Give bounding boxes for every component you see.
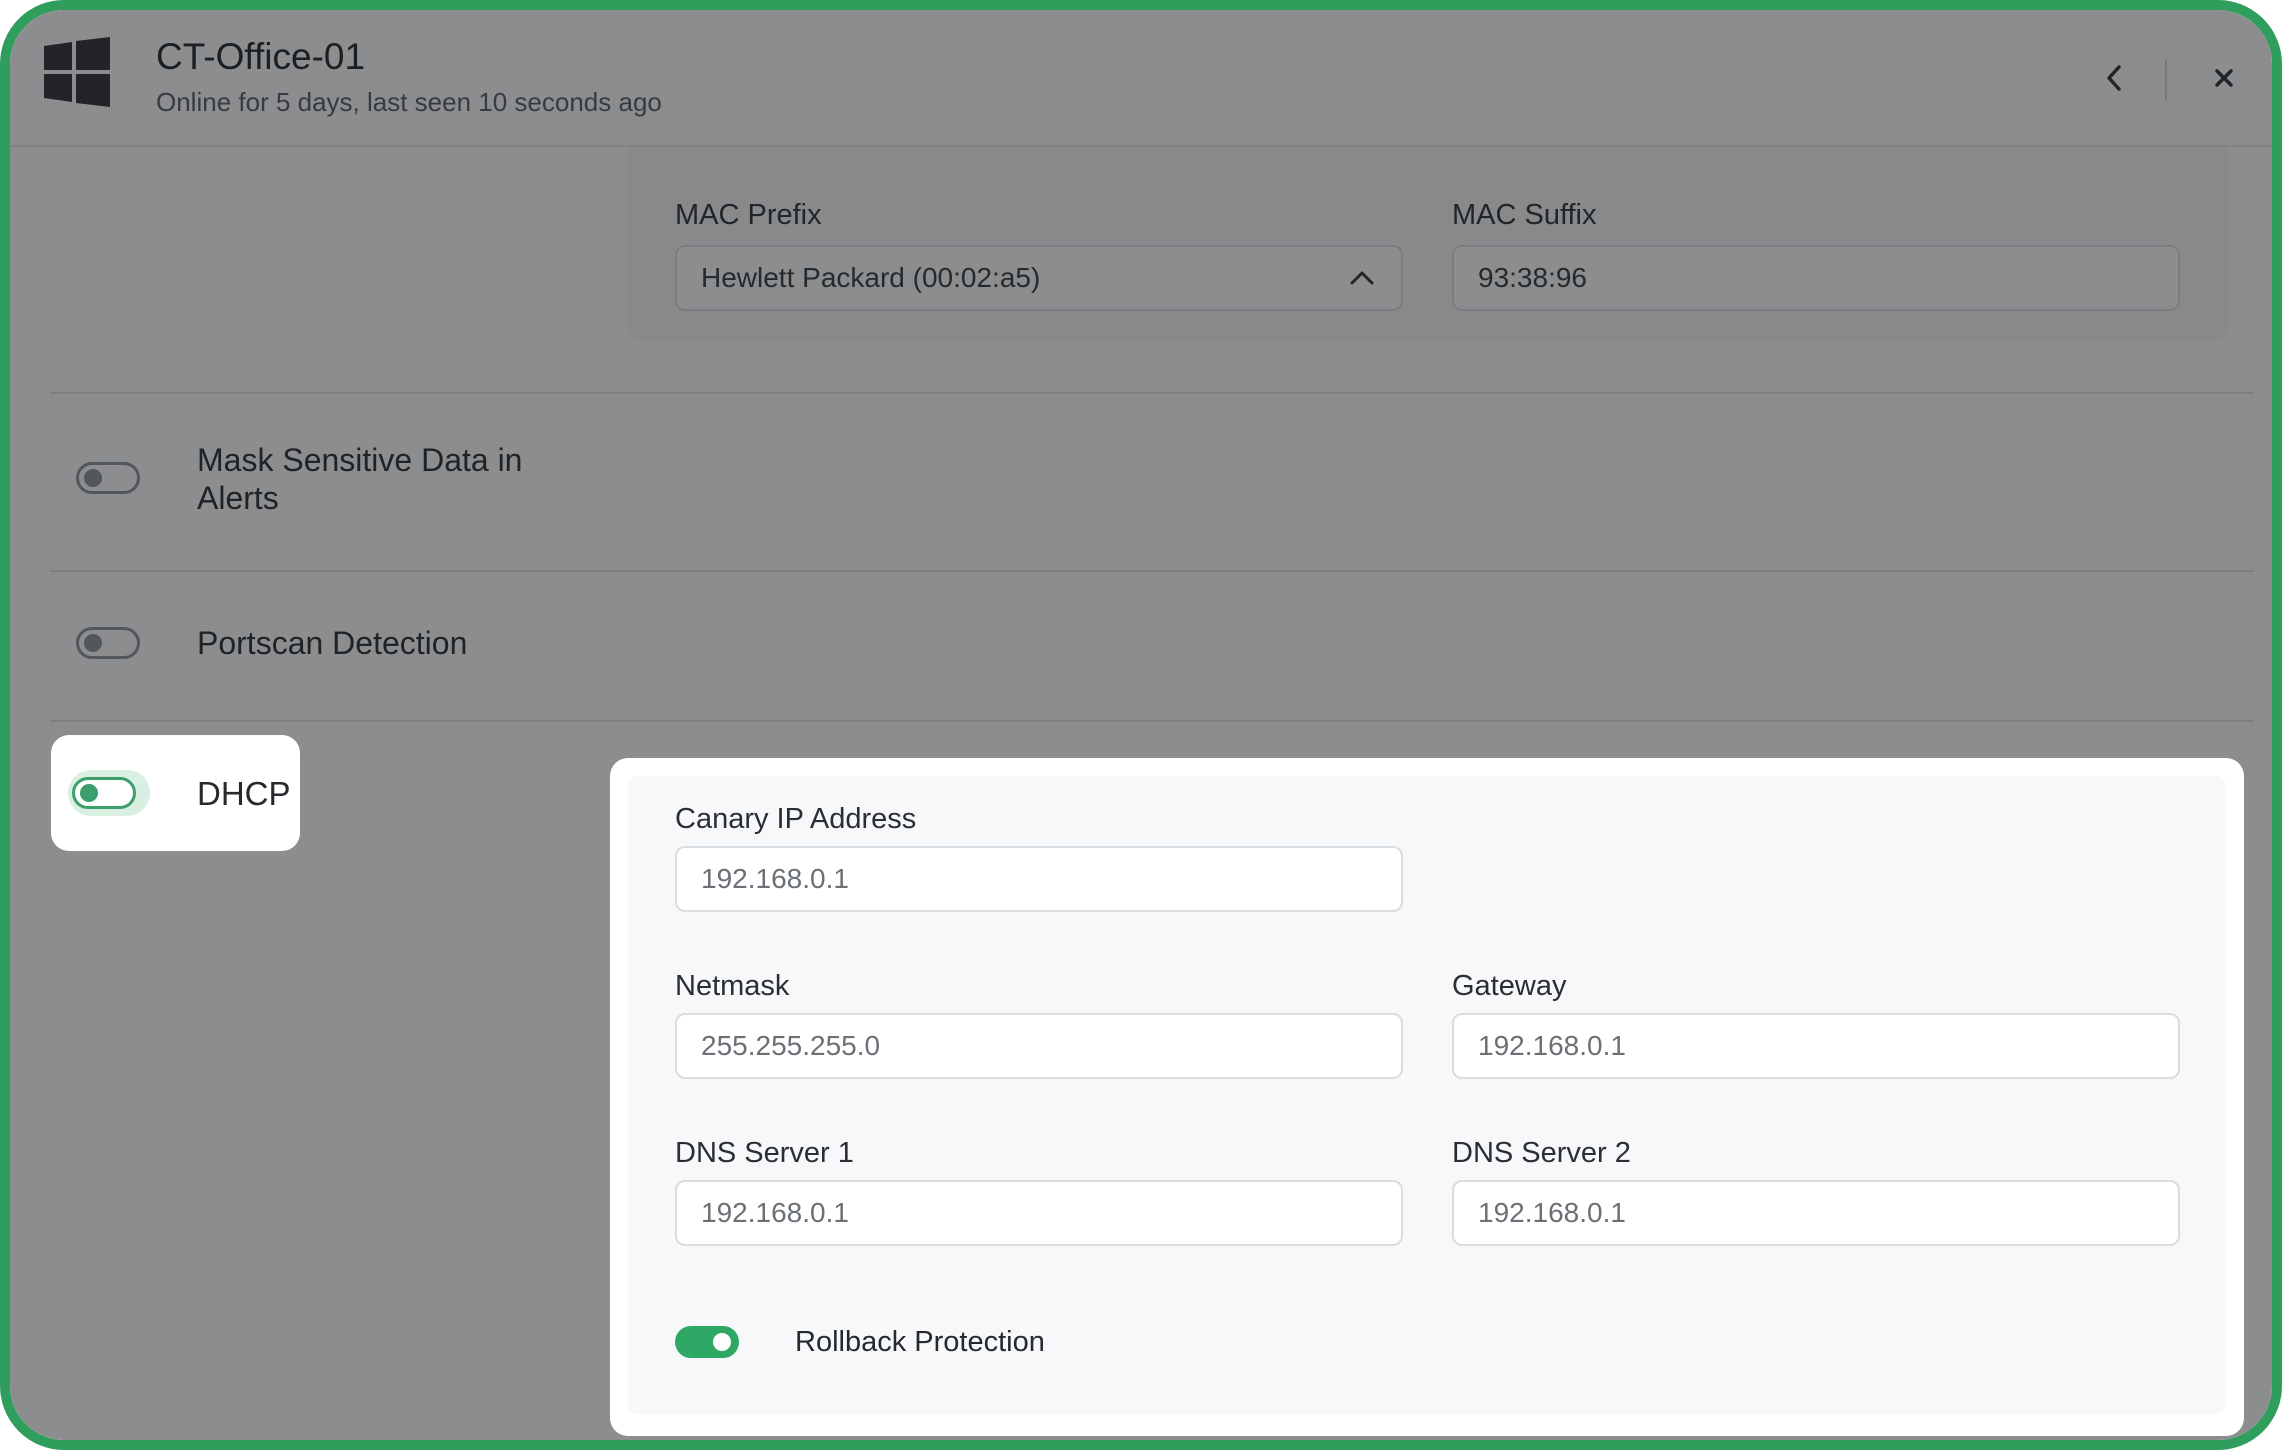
canary-ip-placeholder: 192.168.0.1 (701, 863, 849, 894)
dns-server-2-placeholder: 192.168.0.1 (1478, 1197, 1626, 1228)
close-icon (2215, 69, 2233, 87)
canary-ip-input[interactable]: 192.168.0.1 (675, 846, 1403, 912)
chevron-left-icon (2107, 65, 2121, 91)
gateway-input[interactable]: 192.168.0.1 (1452, 1013, 2180, 1079)
toggle-knob (84, 469, 102, 487)
mask-sensitive-toggle[interactable] (76, 462, 140, 494)
gateway-label: Gateway (1452, 970, 1567, 1002)
dns-server-2-input[interactable]: 192.168.0.1 (1452, 1180, 2180, 1246)
back-button[interactable] (2096, 58, 2132, 98)
portscan-toggle[interactable] (76, 627, 140, 659)
mac-suffix-input[interactable]: 93:38:96 (1452, 245, 2180, 311)
netmask-placeholder: 255.255.255.0 (701, 1030, 881, 1061)
toggle-knob (713, 1333, 731, 1351)
toggle-knob (80, 784, 98, 802)
dhcp-toggle[interactable] (72, 777, 136, 809)
dns-server-1-placeholder: 192.168.0.1 (701, 1197, 849, 1228)
close-button[interactable] (2206, 60, 2242, 96)
netmask-label: Netmask (675, 970, 790, 1002)
mac-suffix-label: MAC Suffix (1452, 199, 1597, 231)
dns-server-1-input[interactable]: 192.168.0.1 (675, 1180, 1403, 1246)
netmask-input[interactable]: 255.255.255.0 (675, 1013, 1403, 1079)
divider (50, 570, 2254, 572)
device-status: Online for 5 days, last seen 10 seconds … (156, 87, 662, 117)
windows-logo-icon (44, 37, 110, 107)
chevron-up-icon (1350, 271, 1374, 285)
mac-suffix-value: 93:38:96 (1478, 262, 1587, 293)
dhcp-label: DHCP (197, 775, 291, 812)
rollback-protection-toggle[interactable] (675, 1326, 739, 1358)
divider (50, 720, 2254, 722)
dns-server-2-label: DNS Server 2 (1452, 1137, 1631, 1169)
device-title: CT-Office-01 (156, 36, 366, 77)
mac-prefix-select[interactable]: Hewlett Packard (00:02:a5) (675, 245, 1403, 311)
toggle-knob (84, 634, 102, 652)
header: CT-Office-01 Online for 5 days, last see… (10, 10, 2272, 147)
network-config-card: Canary IP Address 192.168.0.1 Netmask 25… (610, 758, 2244, 1436)
portscan-label: Portscan Detection (197, 625, 468, 661)
dns-server-1-label: DNS Server 1 (675, 1137, 854, 1169)
gateway-placeholder: 192.168.0.1 (1478, 1030, 1626, 1061)
mac-prefix-label: MAC Prefix (675, 199, 822, 231)
rollback-protection-label: Rollback Protection (795, 1326, 1045, 1358)
canary-ip-label: Canary IP Address (675, 803, 917, 835)
mac-prefix-value: Hewlett Packard (00:02:a5) (701, 262, 1041, 293)
mask-sensitive-label: Mask Sensitive Data in Alerts (197, 442, 523, 516)
divider (50, 392, 2254, 394)
header-separator (2165, 60, 2167, 100)
device-settings-window: CT-Office-01 Online for 5 days, last see… (0, 0, 2282, 1450)
